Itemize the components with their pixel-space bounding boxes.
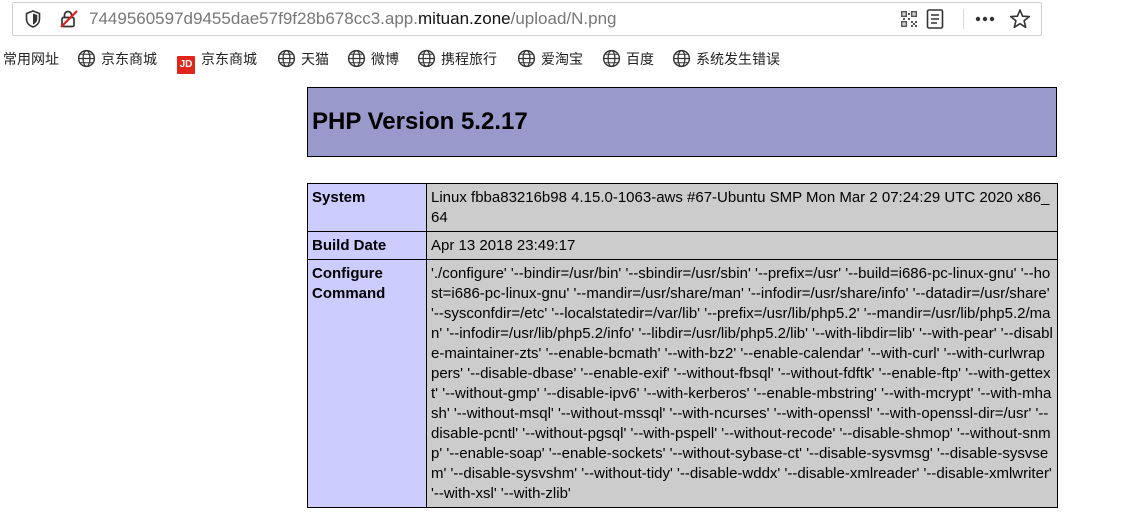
- table-row: Build Date Apr 13 2018 23:49:17: [307, 231, 1058, 260]
- table-row: Configure Command './configure' '--bindi…: [307, 259, 1058, 508]
- row-key: System: [307, 183, 427, 232]
- address-bar-container: 7449560597d9455dae57f9f28b678cc3.app.mit…: [0, 0, 1131, 38]
- bookmark-star-icon[interactable]: [1009, 8, 1031, 34]
- globe-icon: [602, 49, 621, 68]
- php-info-table: System Linux fbba83216b98 4.15.0-1063-aw…: [307, 183, 1058, 508]
- bookmark-ctrip[interactable]: 携程旅行: [417, 49, 497, 69]
- row-value: Linux fbba83216b98 4.15.0-1063-aws #67-U…: [426, 183, 1058, 232]
- bookmark-label: 天猫: [301, 51, 329, 67]
- bookmark-label: 系统发生错误: [696, 51, 780, 67]
- bookmark-weibo[interactable]: 微博: [347, 49, 399, 69]
- bookmark-frequent-sites[interactable]: 常用网址: [3, 49, 59, 69]
- globe-icon: [517, 49, 536, 68]
- page-title: PHP Version 5.2.17: [312, 108, 528, 135]
- bookmark-baidu[interactable]: 百度: [602, 49, 654, 69]
- bookmark-tmall[interactable]: 天猫: [277, 49, 329, 69]
- globe-icon: [347, 49, 366, 68]
- reader-view-icon[interactable]: [925, 8, 945, 34]
- bookmark-jd-1[interactable]: 京东商城: [77, 49, 157, 69]
- bookmark-label: 携程旅行: [441, 51, 497, 67]
- url-host: mituan.zone: [418, 9, 511, 28]
- qr-code-icon[interactable]: [899, 9, 919, 33]
- more-options-icon[interactable]: [973, 9, 997, 33]
- table-row: System Linux fbba83216b98 4.15.0-1063-aw…: [307, 183, 1058, 232]
- bookmark-system-error[interactable]: 系统发生错误: [672, 49, 780, 69]
- bookmarks-bar: 常用网址 京东商城 JD 京东商城 天猫 微博 携程旅行 爱淘宝 百度 系统发生错…: [0, 42, 1131, 76]
- globe-icon: [77, 49, 96, 68]
- bookmark-label: 京东商城: [101, 51, 157, 67]
- globe-icon: [417, 49, 436, 68]
- toolbar-separator: [963, 9, 964, 29]
- globe-icon: [672, 49, 691, 68]
- url-text[interactable]: 7449560597d9455dae57f9f28b678cc3.app.mit…: [89, 8, 617, 30]
- bookmark-jd-2[interactable]: JD 京东商城: [177, 49, 257, 74]
- globe-icon: [277, 49, 296, 68]
- row-value: Apr 13 2018 23:49:17: [426, 231, 1058, 260]
- row-value: './configure' '--bindir=/usr/bin' '--sbi…: [426, 259, 1058, 508]
- bookmark-label: 百度: [626, 51, 654, 67]
- bookmark-label: 微博: [371, 51, 399, 67]
- bookmark-aitaobao[interactable]: 爱淘宝: [517, 49, 583, 69]
- bookmark-label: 京东商城: [201, 51, 257, 67]
- address-bar[interactable]: 7449560597d9455dae57f9f28b678cc3.app.mit…: [12, 2, 1042, 36]
- jd-logo-icon: JD: [177, 56, 195, 74]
- url-path: /upload/N.png: [510, 9, 617, 28]
- row-key: Configure Command: [307, 259, 427, 508]
- bookmark-label: 爱淘宝: [541, 51, 583, 67]
- php-version-header: PHP Version 5.2.17: [307, 87, 1057, 157]
- insecure-connection-icon[interactable]: [59, 9, 79, 33]
- shield-icon[interactable]: [25, 10, 41, 32]
- row-key: Build Date: [307, 231, 427, 260]
- url-prefix: 7449560597d9455dae57f9f28b678cc3.app.: [89, 9, 418, 28]
